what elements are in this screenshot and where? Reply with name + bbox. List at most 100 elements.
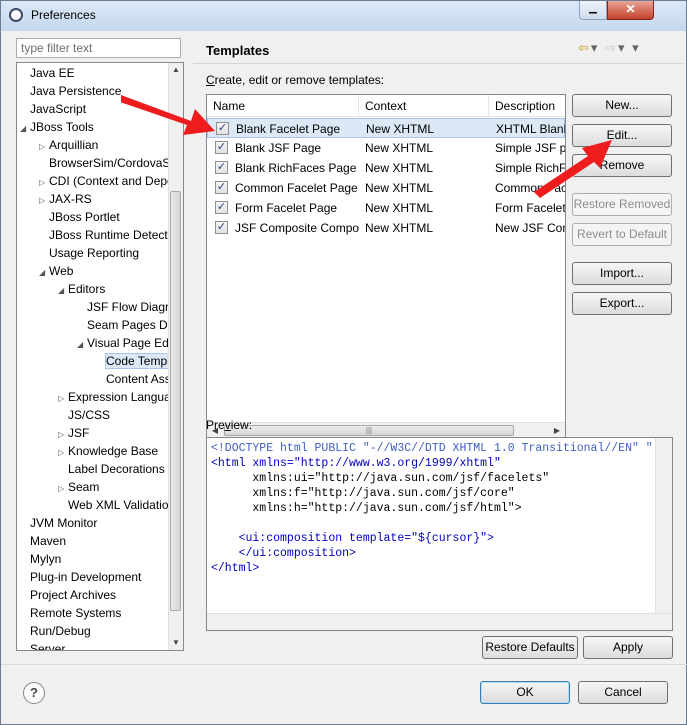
- restore-defaults-button[interactable]: Restore Defaults: [482, 636, 578, 659]
- code-line: xmlns:f="http://java.sun.com/jsf/core": [211, 487, 515, 500]
- new-button[interactable]: New...: [572, 94, 672, 117]
- tree-item[interactable]: ◢ Editors: [58, 280, 105, 298]
- tree-item-label: JAX-RS: [49, 192, 92, 206]
- tree-item[interactable]: Maven: [20, 532, 66, 550]
- table-scroll-thumb[interactable]: |||: [224, 425, 514, 436]
- edit-button[interactable]: Edit...: [572, 124, 672, 147]
- table-row[interactable]: ✓ Common Facelet Page New XHTML Common Face…: [207, 178, 565, 198]
- tree-item[interactable]: Mylyn: [20, 550, 61, 568]
- tree-item[interactable]: JS/CSS: [58, 406, 110, 424]
- column-header-context[interactable]: Context: [359, 95, 489, 117]
- tree-scrollbar[interactable]: ▲ ▼: [168, 63, 183, 650]
- tree-item-label: JavaScript: [30, 102, 87, 116]
- tree-item[interactable]: ◢ Web: [39, 262, 73, 280]
- tree-item[interactable]: Web XML Validation: [58, 496, 175, 514]
- close-button[interactable]: ✕: [607, 1, 654, 20]
- tree-item[interactable]: Project Archives: [20, 586, 116, 604]
- tree-item[interactable]: ▷ Seam: [58, 478, 99, 496]
- tree-item[interactable]: ▷CDI (Context and Dependency: [39, 172, 183, 192]
- enabled-checkbox[interactable]: ✓: [216, 122, 229, 135]
- table-row[interactable]: ✓ Blank Facelet Page New XHTML XHTML Blank …: [207, 118, 565, 138]
- table-row[interactable]: ✓ Blank RichFaces Page New XHTML Simple Ric…: [207, 158, 565, 178]
- collapsed-triangle-icon[interactable]: ▷: [39, 192, 49, 210]
- tree-item[interactable]: Server: [20, 640, 65, 650]
- collapsed-triangle-icon[interactable]: ▷: [39, 174, 49, 192]
- ok-button[interactable]: OK: [480, 681, 570, 704]
- filter-input[interactable]: [16, 38, 181, 58]
- back-arrow-icon[interactable]: ⇦: [578, 40, 591, 55]
- enabled-checkbox[interactable]: ✓: [215, 181, 228, 194]
- collapsed-triangle-icon[interactable]: ▷: [58, 480, 68, 498]
- expanded-triangle-icon[interactable]: ◢: [39, 264, 49, 282]
- cell-description: Common Facelet: [495, 181, 565, 195]
- enabled-checkbox[interactable]: ✓: [215, 161, 228, 174]
- export-button[interactable]: Export...: [572, 292, 672, 315]
- tree-item-label: Seam: [68, 480, 100, 494]
- tree-item[interactable]: Remote Systems: [20, 604, 121, 622]
- collapsed-triangle-icon[interactable]: ▷: [39, 138, 49, 156]
- collapsed-triangle-icon[interactable]: ▷: [58, 390, 68, 408]
- expanded-triangle-icon[interactable]: ◢: [20, 120, 30, 138]
- tree-item[interactable]: ▷ JAX-RS: [39, 190, 92, 208]
- tree-item[interactable]: JBoss Runtime Detection: [39, 226, 183, 244]
- tree-item[interactable]: Usage Reporting: [39, 244, 139, 262]
- remove-button[interactable]: Remove: [572, 154, 672, 177]
- tree-item-label: Plug-in Development: [30, 570, 142, 584]
- code-line: xmlns:h="http://java.sun.com/jsf/html">: [211, 502, 522, 515]
- template-preview[interactable]: <!DOCTYPE html PUBLIC "-//W3C//DTD XHTML…: [206, 437, 673, 631]
- tree-item[interactable]: JavaScript: [20, 100, 86, 118]
- expanded-triangle-icon[interactable]: ◢: [58, 282, 68, 300]
- tree-item[interactable]: JBoss Portlet: [39, 208, 120, 226]
- cell-name: Form Facelet Page: [235, 201, 338, 215]
- tree-item[interactable]: Run/Debug: [20, 622, 91, 640]
- collapsed-triangle-icon[interactable]: ▷: [58, 444, 68, 462]
- cell-context: New XHTML: [365, 201, 434, 215]
- preferences-navigation: Server Run/Debug Remote Systems Project Arc…: [11, 33, 184, 651]
- table-row[interactable]: ✓ JSF Composite Component New XHTML New JSF…: [207, 218, 565, 238]
- tree-item[interactable]: Java Persistence: [20, 82, 121, 100]
- tree-item[interactable]: Java EE: [20, 64, 75, 82]
- column-header-name[interactable]: Name: [207, 95, 359, 117]
- code-line: <ui:composition template="${cursor}">: [211, 532, 494, 545]
- cancel-button[interactable]: Cancel: [578, 681, 668, 704]
- preview-vscrollbar[interactable]: [655, 438, 672, 630]
- code-line: <html xmlns="http://www.w3.org/1999/xhtm…: [211, 457, 501, 470]
- forward-arrow-icon[interactable]: ⇨: [605, 40, 618, 55]
- tree-item[interactable]: ◢ JBoss Tools: [20, 118, 94, 136]
- apply-button[interactable]: Apply: [583, 636, 673, 659]
- chevron-down-icon[interactable]: ▾: [591, 40, 600, 55]
- table-row[interactable]: ✓ Form Facelet Page New XHTML Form Facelet: [207, 198, 565, 218]
- enabled-checkbox[interactable]: ✓: [215, 201, 228, 214]
- tree-item[interactable]: ▷ JSF: [58, 424, 89, 442]
- tree-item[interactable]: ▷ Knowledge Base: [58, 442, 158, 460]
- view-menu-icon[interactable]: ▾: [632, 40, 641, 55]
- column-header-description[interactable]: Description: [489, 95, 565, 117]
- tree-scroll-thumb[interactable]: [170, 191, 181, 611]
- restore-removed-button[interactable]: Restore Removed: [572, 193, 672, 216]
- page-navigation: ⇦▾ ⇨▾ ▾: [578, 40, 641, 56]
- chevron-down-icon[interactable]: ▾: [618, 40, 627, 55]
- title-bar: Preferences ▁ ✕: [1, 1, 686, 31]
- import-button[interactable]: Import...: [572, 262, 672, 285]
- help-icon[interactable]: ?: [23, 682, 45, 704]
- minimize-button[interactable]: ▁: [579, 1, 607, 20]
- preferences-tree[interactable]: Server Run/Debug Remote Systems Project Arc…: [16, 62, 184, 651]
- tree-item[interactable]: Label Decorations: [58, 460, 165, 478]
- tree-item[interactable]: BrowserSim/CordovaSim: [39, 154, 183, 172]
- tree-item[interactable]: ▷ Expression Language: [58, 388, 183, 408]
- revert-to-default-button[interactable]: Revert to Default: [572, 223, 672, 246]
- collapsed-triangle-icon[interactable]: ▷: [58, 426, 68, 444]
- enabled-checkbox[interactable]: ✓: [215, 141, 228, 154]
- expanded-triangle-icon[interactable]: ◢: [77, 336, 87, 354]
- table-row[interactable]: ✓ Blank JSF Page New XHTML Simple JSF page: [207, 138, 565, 158]
- templates-table[interactable]: Name Context Description ✓ Blank Facelet …: [206, 94, 566, 440]
- preview-hscrollbar[interactable]: [207, 613, 672, 630]
- tree-item[interactable]: Plug-in Development: [20, 568, 141, 586]
- tree-item[interactable]: ▷ Arquillian: [39, 136, 98, 154]
- tree-item-label: Editors: [68, 282, 106, 296]
- enabled-checkbox[interactable]: ✓: [215, 221, 228, 234]
- tree-item[interactable]: JVM Monitor: [20, 514, 97, 532]
- scroll-up-icon[interactable]: ▲: [169, 63, 183, 77]
- tree-item-label: Java EE: [30, 66, 75, 80]
- scroll-down-icon[interactable]: ▼: [169, 636, 183, 650]
